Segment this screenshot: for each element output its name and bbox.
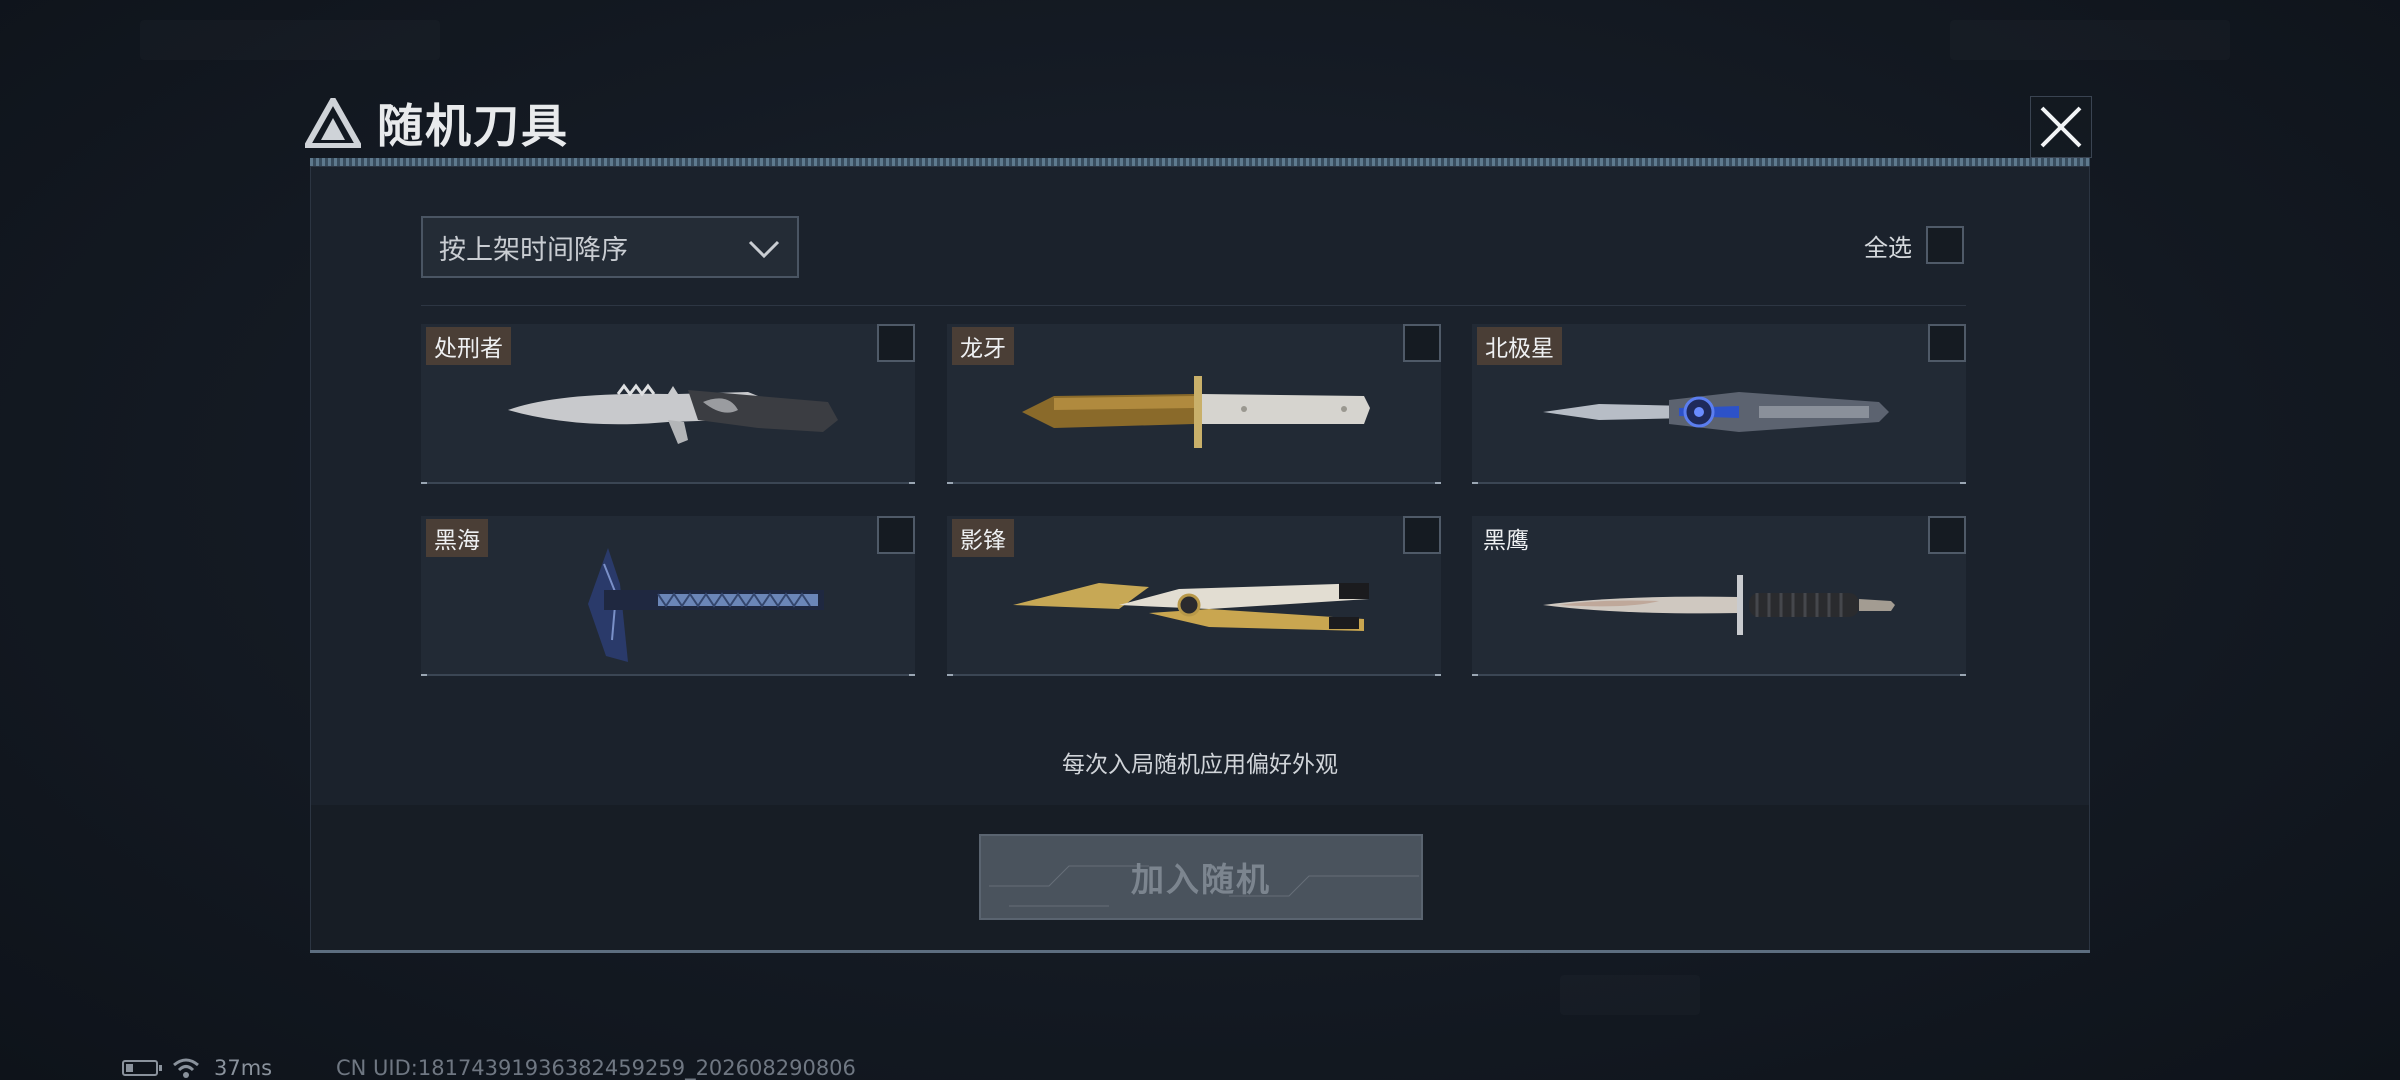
knife-card-black-sea[interactable]: 黑海: [421, 516, 915, 676]
knife-card-executioner[interactable]: 处刑者: [421, 324, 915, 484]
close-button[interactable]: [2030, 96, 2092, 158]
knife-name: 黑鹰: [1483, 528, 1529, 554]
card-corner: [1472, 482, 1478, 484]
ping-value: 37ms: [214, 1056, 273, 1080]
background-block: [140, 20, 440, 60]
knife-image: [1543, 392, 1889, 433]
knife-checkbox[interactable]: [877, 516, 915, 554]
sort-dropdown[interactable]: 按上架时间降序: [421, 216, 799, 278]
user-uid: CN UID:18174391936382459259_202608290806: [336, 1056, 856, 1080]
knife-checkbox[interactable]: [1403, 324, 1441, 362]
select-all-checkbox[interactable]: [1926, 226, 1964, 264]
card-corner: [1960, 674, 1966, 676]
add-to-random-button[interactable]: 加入随机: [979, 834, 1423, 920]
knife-image: [1013, 583, 1369, 632]
card-corner: [947, 674, 953, 676]
knife-checkbox[interactable]: [1928, 324, 1966, 362]
card-corner: [1472, 674, 1478, 676]
card-corner: [909, 482, 915, 484]
knife-checkbox[interactable]: [1928, 516, 1966, 554]
knife-card-polaris[interactable]: 北极星: [1472, 324, 1966, 484]
add-to-random-label: 加入随机: [1131, 860, 1271, 899]
background-block: [1950, 20, 2230, 60]
dialog-accent-bar: [310, 158, 2090, 166]
card-corner: [421, 674, 427, 676]
knife-card-shadow-edge[interactable]: 影锋: [947, 516, 1441, 676]
title-logo-icon: [305, 98, 361, 148]
dialog-header: 随机刀具: [305, 92, 569, 154]
knife-image: [1543, 575, 1895, 636]
knife-name: 黑海: [426, 519, 488, 557]
status-bar: 37ms: [122, 1056, 272, 1080]
card-corner: [947, 482, 953, 484]
knife-name: 处刑者: [426, 327, 511, 365]
card-corner: [909, 674, 915, 676]
knife-name: 龙牙: [952, 327, 1014, 365]
panel-bottom-line: [310, 950, 2090, 953]
sort-dropdown-value: 按上架时间降序: [439, 234, 628, 266]
wifi-icon: [173, 1058, 199, 1078]
knife-name: 影锋: [952, 519, 1014, 557]
knife-checkbox[interactable]: [877, 324, 915, 362]
knife-image: [508, 383, 838, 445]
select-all-label: 全选: [1864, 233, 1912, 262]
dialog-title: 随机刀具: [377, 99, 569, 153]
card-corner: [1435, 482, 1441, 484]
background-block: [1560, 975, 1700, 1015]
knife-name: 北极星: [1477, 327, 1562, 365]
knife-checkbox[interactable]: [1403, 516, 1441, 554]
toolbar-divider: [421, 305, 1966, 306]
hint-text: 每次入局随机应用偏好外观: [1062, 752, 1338, 778]
card-corner: [1960, 482, 1966, 484]
battery-icon: [122, 1060, 162, 1076]
knife-image: [1022, 376, 1370, 449]
select-all-toggle[interactable]: 全选: [1864, 226, 1964, 264]
card-corner: [421, 482, 427, 484]
knife-card-dragon-fang[interactable]: 龙牙: [947, 324, 1441, 484]
close-icon: [2040, 106, 2082, 148]
knife-image: [588, 548, 824, 663]
chevron-down-icon: [748, 240, 780, 259]
card-corner: [1435, 674, 1441, 676]
knife-card-black-hawk[interactable]: 黑鹰: [1472, 516, 1966, 676]
